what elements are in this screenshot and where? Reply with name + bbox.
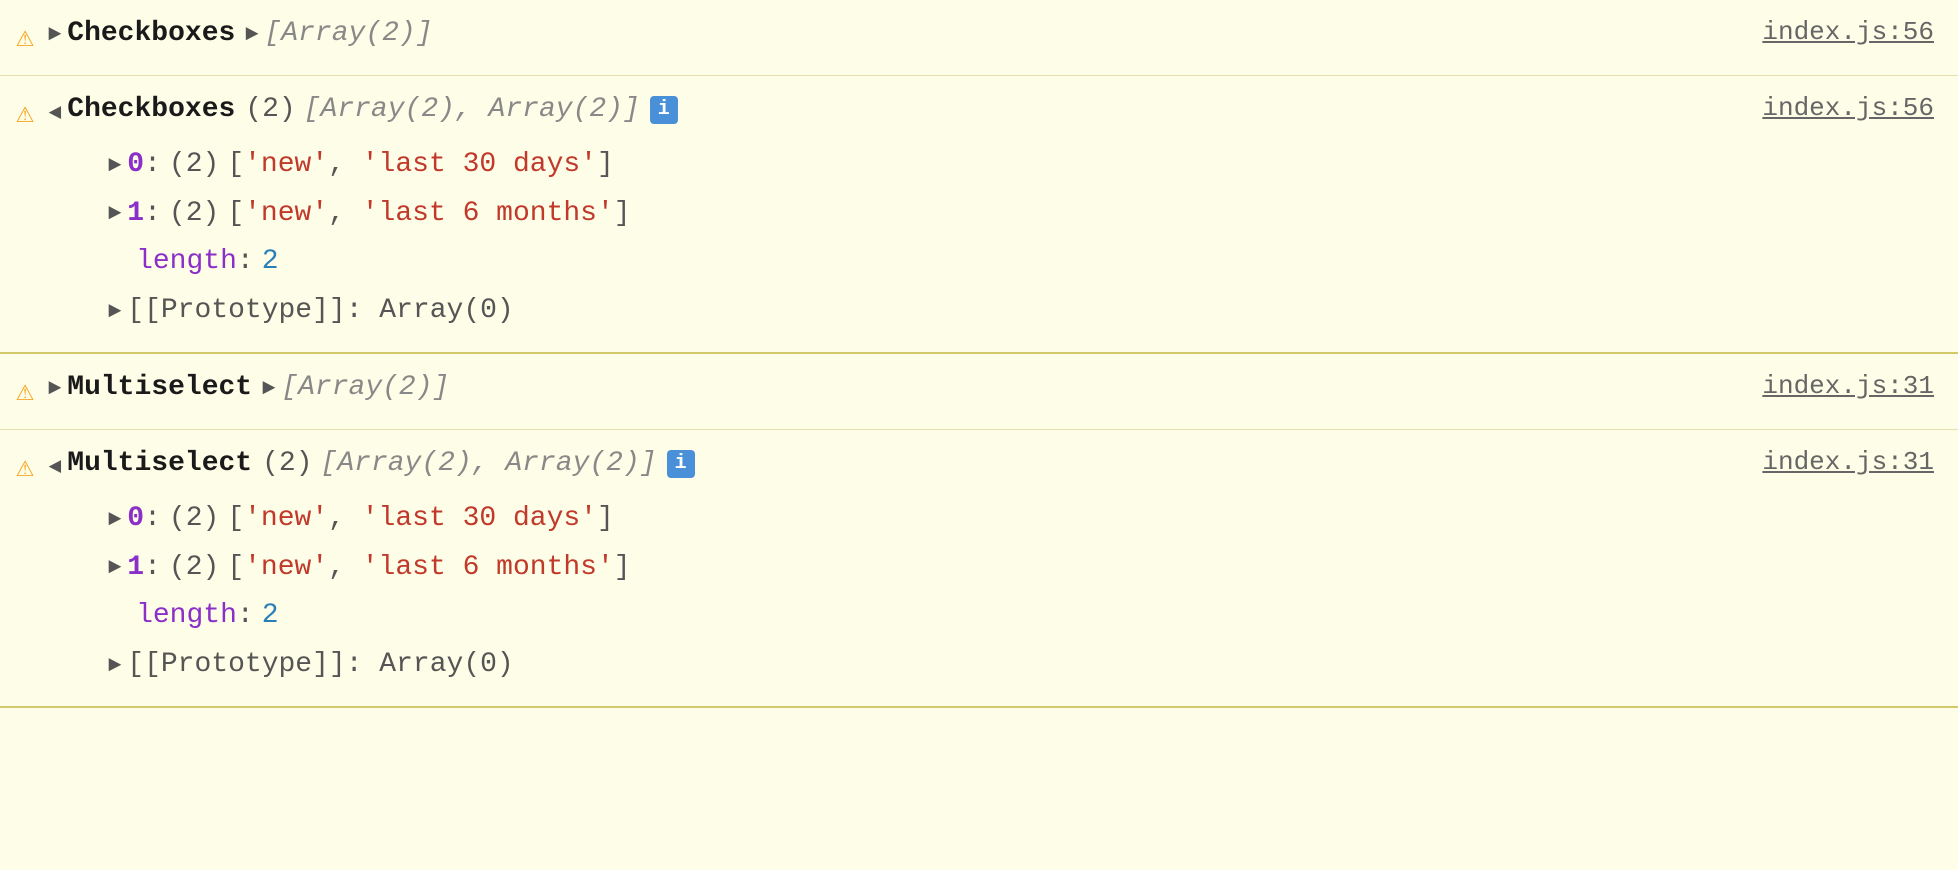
array-count-4: (2) <box>262 442 312 487</box>
arrow-1: ► <box>245 17 258 52</box>
count-4-0: (2) <box>169 497 219 542</box>
row-content-3: ► Multiselect ► [Array(2)] <box>48 366 1722 411</box>
arrow-3: ► <box>262 371 275 406</box>
info-badge-2: i <box>650 96 678 124</box>
colon-2-0: : <box>144 143 161 188</box>
warning-icon-2: ⚠ <box>16 91 34 139</box>
bracket-open-2-1: [ <box>227 192 244 237</box>
warning-icon-4: ⚠ <box>16 445 34 493</box>
file-link-1[interactable]: index.js:56 <box>1722 12 1934 54</box>
bracket-close-2-1: ] <box>614 192 631 237</box>
bracket-close-4-1: ] <box>614 546 631 591</box>
proto-triangle-4[interactable]: ► <box>108 648 121 683</box>
count-4-1: (2) <box>169 546 219 591</box>
sub-row-2-0: ► 0 : (2) [ 'new' , 'last 30 days' ] <box>108 143 1722 188</box>
sub-row-4-1: ► 1 : (2) [ 'new' , 'last 6 months' ] <box>108 546 1722 591</box>
array-summary-1: [Array(2)] <box>265 12 433 57</box>
array-summary-2: [Array(2), Array(2)] <box>304 88 640 133</box>
console-panel: ⚠ ► Checkboxes ► [Array(2)] index.js:56 … <box>0 0 1958 708</box>
comma-4-1: , <box>328 546 362 591</box>
item-triangle-4-1[interactable]: ► <box>108 550 121 585</box>
row-main-3: ► Multiselect ► [Array(2)] <box>48 366 1722 411</box>
warning-icon-3: ⚠ <box>16 369 34 417</box>
colon-4-1: : <box>144 546 161 591</box>
prototype-row-4: ► [[Prototype]]: Array(0) <box>108 643 1722 688</box>
item-triangle-4-0[interactable]: ► <box>108 502 121 537</box>
colon-2-1: : <box>144 192 161 237</box>
item-triangle-2-1[interactable]: ► <box>108 196 121 231</box>
proto-triangle-2[interactable]: ► <box>108 294 121 329</box>
info-badge-4: i <box>667 450 695 478</box>
length-row-2: length : 2 <box>136 240 1722 285</box>
label-checkboxes-1: Checkboxes <box>67 12 235 57</box>
item-triangle-2-0[interactable]: ► <box>108 148 121 183</box>
bracket-close-2-0: ] <box>597 143 614 188</box>
val2-4-1: 'last 6 months' <box>362 546 614 591</box>
file-link-2[interactable]: index.js:56 <box>1722 88 1934 130</box>
prototype-text-4: [[Prototype]]: Array(0) <box>127 643 513 688</box>
triangle-1[interactable]: ► <box>48 17 61 52</box>
sub-row-2-1: ► 1 : (2) [ 'new' , 'last 6 months' ] <box>108 192 1722 237</box>
comma-2-1: , <box>328 192 362 237</box>
row-content-1: ► Checkboxes ► [Array(2)] <box>48 12 1722 57</box>
label-checkboxes-2: Checkboxes <box>67 88 235 133</box>
val1-2-1: 'new' <box>244 192 328 237</box>
file-link-3[interactable]: index.js:31 <box>1722 366 1934 408</box>
label-multiselect-4: Multiselect <box>67 442 252 487</box>
length-label-2: length <box>136 240 237 285</box>
val2-2-0: 'last 30 days' <box>362 143 597 188</box>
val2-2-1: 'last 6 months' <box>362 192 614 237</box>
length-row-4: length : 2 <box>136 594 1722 639</box>
array-summary-3: [Array(2)] <box>281 366 449 411</box>
index-4-0: 0 <box>127 497 144 542</box>
val1-4-0: 'new' <box>244 497 328 542</box>
console-row-1: ⚠ ► Checkboxes ► [Array(2)] index.js:56 <box>0 0 1958 76</box>
comma-2-0: , <box>328 143 362 188</box>
val1-4-1: 'new' <box>244 546 328 591</box>
bracket-close-4-0: ] <box>597 497 614 542</box>
prototype-row-2: ► [[Prototype]]: Array(0) <box>108 289 1722 334</box>
console-row-4: ⚠ ▼ Multiselect (2) [Array(2), Array(2)]… <box>0 430 1958 708</box>
colon-4-0: : <box>144 497 161 542</box>
val1-2-0: 'new' <box>244 143 328 188</box>
warning-icon-1: ⚠ <box>16 15 34 63</box>
array-count-2: (2) <box>245 88 295 133</box>
length-value-2: 2 <box>262 240 279 285</box>
row-content-2: ▼ Checkboxes (2) [Array(2), Array(2)] i … <box>48 88 1722 334</box>
bracket-open-4-0: [ <box>227 497 244 542</box>
length-colon-2: : <box>237 240 254 285</box>
comma-4-0: , <box>328 497 362 542</box>
expanded-content-2: ► 0 : (2) [ 'new' , 'last 30 days' ] ► 1… <box>108 139 1722 334</box>
row-main-4: ▼ Multiselect (2) [Array(2), Array(2)] i <box>48 442 1722 487</box>
val2-4-0: 'last 30 days' <box>362 497 597 542</box>
prototype-text-2: [[Prototype]]: Array(0) <box>127 289 513 334</box>
array-summary-4: [Array(2), Array(2)] <box>321 442 657 487</box>
row-content-4: ▼ Multiselect (2) [Array(2), Array(2)] i… <box>48 442 1722 688</box>
bracket-open-4-1: [ <box>227 546 244 591</box>
index-2-1: 1 <box>127 192 144 237</box>
index-4-1: 1 <box>127 546 144 591</box>
row-main-2: ▼ Checkboxes (2) [Array(2), Array(2)] i <box>48 88 1722 133</box>
length-colon-4: : <box>237 594 254 639</box>
triangle-3[interactable]: ► <box>48 371 61 406</box>
triangle-2[interactable]: ▼ <box>37 106 72 119</box>
triangle-4[interactable]: ▼ <box>37 460 72 473</box>
bracket-open-2-0: [ <box>227 143 244 188</box>
length-label-4: length <box>136 594 237 639</box>
length-value-4: 2 <box>262 594 279 639</box>
count-2-0: (2) <box>169 143 219 188</box>
console-row-2: ⚠ ▼ Checkboxes (2) [Array(2), Array(2)] … <box>0 76 1958 354</box>
sub-row-4-0: ► 0 : (2) [ 'new' , 'last 30 days' ] <box>108 497 1722 542</box>
file-link-4[interactable]: index.js:31 <box>1722 442 1934 484</box>
console-row-3: ⚠ ► Multiselect ► [Array(2)] index.js:31 <box>0 354 1958 430</box>
expanded-content-4: ► 0 : (2) [ 'new' , 'last 30 days' ] ► 1… <box>108 493 1722 688</box>
label-multiselect-3: Multiselect <box>67 366 252 411</box>
index-2-0: 0 <box>127 143 144 188</box>
row-main-1: ► Checkboxes ► [Array(2)] <box>48 12 1722 57</box>
count-2-1: (2) <box>169 192 219 237</box>
